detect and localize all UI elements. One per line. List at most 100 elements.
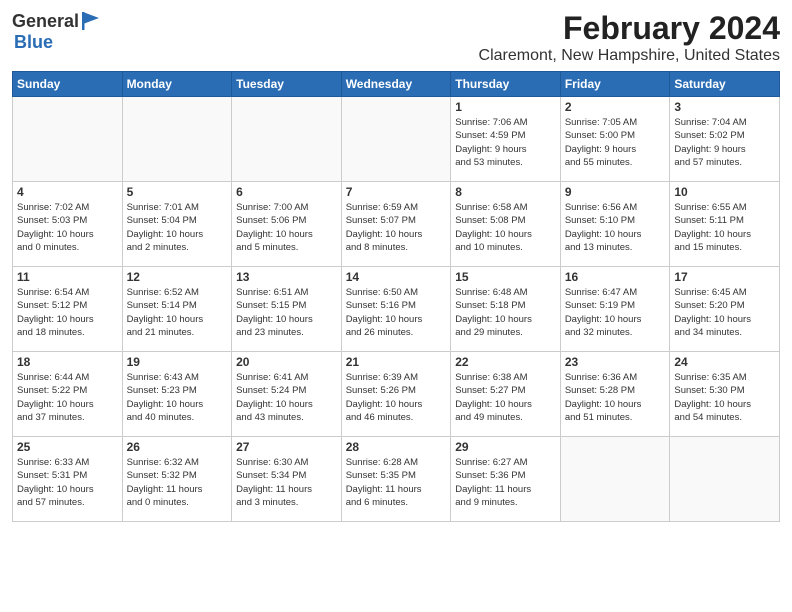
day-number: 6 bbox=[236, 185, 337, 199]
calendar-week-2: 4 Sunrise: 7:02 AMSunset: 5:03 PMDaylight… bbox=[13, 182, 780, 267]
day-number: 12 bbox=[127, 270, 228, 284]
table-row: 21 Sunrise: 6:39 AMSunset: 5:26 PMDayligh… bbox=[341, 352, 451, 437]
table-row bbox=[560, 437, 670, 522]
day-number: 25 bbox=[17, 440, 118, 454]
table-row: 27Sunrise: 6:30 AMSunset: 5:34 PMDayligh… bbox=[232, 437, 342, 522]
day-number: 17 bbox=[674, 270, 775, 284]
day-number: 15 bbox=[455, 270, 556, 284]
table-row: 19Sunrise: 6:43 AMSunset: 5:23 PMDayligh… bbox=[122, 352, 232, 437]
day-number: 24 bbox=[674, 355, 775, 369]
day-info: Sunrise: 7:04 AMSunset: 5:02 PMDaylight:… bbox=[674, 116, 775, 169]
table-row: 3 Sunrise: 7:04 AMSunset: 5:02 PMDaylight… bbox=[670, 97, 780, 182]
day-info: Sunrise: 6:55 AMSunset: 5:11 PMDaylight:… bbox=[674, 201, 775, 254]
day-info: Sunrise: 6:52 AMSunset: 5:14 PMDaylight:… bbox=[127, 286, 228, 339]
day-info: Sunrise: 6:27 AMSunset: 5:36 PMDaylight:… bbox=[455, 456, 556, 509]
day-info: Sunrise: 6:50 AMSunset: 5:16 PMDaylight:… bbox=[346, 286, 447, 339]
day-number: 14 bbox=[346, 270, 447, 284]
header-tuesday: Tuesday bbox=[232, 72, 342, 97]
day-info: Sunrise: 6:41 AMSunset: 5:24 PMDaylight:… bbox=[236, 371, 337, 424]
day-number: 21 bbox=[346, 355, 447, 369]
day-info: Sunrise: 7:06 AMSunset: 4:59 PMDaylight:… bbox=[455, 116, 556, 169]
day-info: Sunrise: 7:05 AMSunset: 5:00 PMDaylight:… bbox=[565, 116, 666, 169]
day-number: 5 bbox=[127, 185, 228, 199]
calendar-week-4: 18 Sunrise: 6:44 AMSunset: 5:22 PMDayligh… bbox=[13, 352, 780, 437]
table-row: 15 Sunrise: 6:48 AMSunset: 5:18 PMDayligh… bbox=[451, 267, 561, 352]
day-number: 28 bbox=[346, 440, 447, 454]
table-row: 29Sunrise: 6:27 AMSunset: 5:36 PMDayligh… bbox=[451, 437, 561, 522]
table-row: 28 Sunrise: 6:28 AMSunset: 5:35 PMDayligh… bbox=[341, 437, 451, 522]
day-number: 11 bbox=[17, 270, 118, 284]
day-number: 2 bbox=[565, 100, 666, 114]
table-row: 4 Sunrise: 7:02 AMSunset: 5:03 PMDaylight… bbox=[13, 182, 123, 267]
day-info: Sunrise: 7:00 AMSunset: 5:06 PMDaylight:… bbox=[236, 201, 337, 254]
header: General Blue February 2024 Claremont, Ne… bbox=[12, 10, 780, 65]
day-number: 26 bbox=[127, 440, 228, 454]
logo-blue-text: Blue bbox=[14, 32, 53, 52]
day-info: Sunrise: 6:43 AMSunset: 5:23 PMDaylight:… bbox=[127, 371, 228, 424]
logo-general-text: General bbox=[12, 11, 79, 32]
logo-flag-icon bbox=[81, 10, 103, 32]
day-info: Sunrise: 6:38 AMSunset: 5:27 PMDaylight:… bbox=[455, 371, 556, 424]
day-number: 1 bbox=[455, 100, 556, 114]
table-row: 14 Sunrise: 6:50 AMSunset: 5:16 PMDayligh… bbox=[341, 267, 451, 352]
day-number: 20 bbox=[236, 355, 337, 369]
day-number: 10 bbox=[674, 185, 775, 199]
table-row: 24 Sunrise: 6:35 AMSunset: 5:30 PMDayligh… bbox=[670, 352, 780, 437]
day-number: 13 bbox=[236, 270, 337, 284]
calendar-header-row: Sunday Monday Tuesday Wednesday Thursday… bbox=[13, 72, 780, 97]
day-number: 27 bbox=[236, 440, 337, 454]
day-info: Sunrise: 6:39 AMSunset: 5:26 PMDaylight:… bbox=[346, 371, 447, 424]
table-row: 22Sunrise: 6:38 AMSunset: 5:27 PMDayligh… bbox=[451, 352, 561, 437]
day-info: Sunrise: 6:32 AMSunset: 5:32 PMDaylight:… bbox=[127, 456, 228, 509]
table-row: 1 Sunrise: 7:06 AMSunset: 4:59 PMDaylight… bbox=[451, 97, 561, 182]
day-info: Sunrise: 6:28 AMSunset: 5:35 PMDaylight:… bbox=[346, 456, 447, 509]
day-number: 18 bbox=[17, 355, 118, 369]
header-monday: Monday bbox=[122, 72, 232, 97]
day-info: Sunrise: 6:35 AMSunset: 5:30 PMDaylight:… bbox=[674, 371, 775, 424]
table-row: 18 Sunrise: 6:44 AMSunset: 5:22 PMDayligh… bbox=[13, 352, 123, 437]
day-info: Sunrise: 7:02 AMSunset: 5:03 PMDaylight:… bbox=[17, 201, 118, 254]
table-row: 6 Sunrise: 7:00 AMSunset: 5:06 PMDaylight… bbox=[232, 182, 342, 267]
day-info: Sunrise: 6:56 AMSunset: 5:10 PMDaylight:… bbox=[565, 201, 666, 254]
table-row: 26 Sunrise: 6:32 AMSunset: 5:32 PMDayligh… bbox=[122, 437, 232, 522]
table-row: 23Sunrise: 6:36 AMSunset: 5:28 PMDayligh… bbox=[560, 352, 670, 437]
table-row: 12 Sunrise: 6:52 AMSunset: 5:14 PMDayligh… bbox=[122, 267, 232, 352]
table-row: 2 Sunrise: 7:05 AMSunset: 5:00 PMDaylight… bbox=[560, 97, 670, 182]
day-info: Sunrise: 6:45 AMSunset: 5:20 PMDaylight:… bbox=[674, 286, 775, 339]
table-row bbox=[232, 97, 342, 182]
day-info: Sunrise: 6:58 AMSunset: 5:08 PMDaylight:… bbox=[455, 201, 556, 254]
header-wednesday: Wednesday bbox=[341, 72, 451, 97]
day-info: Sunrise: 6:59 AMSunset: 5:07 PMDaylight:… bbox=[346, 201, 447, 254]
header-thursday: Thursday bbox=[451, 72, 561, 97]
day-number: 3 bbox=[674, 100, 775, 114]
day-number: 8 bbox=[455, 185, 556, 199]
table-row: 13 Sunrise: 6:51 AMSunset: 5:15 PMDayligh… bbox=[232, 267, 342, 352]
month-year-title: February 2024 bbox=[479, 10, 780, 47]
title-area: February 2024 Claremont, New Hampshire, … bbox=[479, 10, 780, 65]
table-row: 5 Sunrise: 7:01 AMSunset: 5:04 PMDaylight… bbox=[122, 182, 232, 267]
day-info: Sunrise: 6:54 AMSunset: 5:12 PMDaylight:… bbox=[17, 286, 118, 339]
table-row bbox=[670, 437, 780, 522]
table-row: 16Sunrise: 6:47 AMSunset: 5:19 PMDayligh… bbox=[560, 267, 670, 352]
table-row bbox=[341, 97, 451, 182]
table-row: 7Sunrise: 6:59 AMSunset: 5:07 PMDaylight… bbox=[341, 182, 451, 267]
table-row: 9Sunrise: 6:56 AMSunset: 5:10 PMDaylight… bbox=[560, 182, 670, 267]
day-info: Sunrise: 6:48 AMSunset: 5:18 PMDaylight:… bbox=[455, 286, 556, 339]
calendar-week-3: 11 Sunrise: 6:54 AMSunset: 5:12 PMDayligh… bbox=[13, 267, 780, 352]
calendar-table: Sunday Monday Tuesday Wednesday Thursday… bbox=[12, 71, 780, 522]
day-info: Sunrise: 6:51 AMSunset: 5:15 PMDaylight:… bbox=[236, 286, 337, 339]
day-number: 4 bbox=[17, 185, 118, 199]
table-row: 20 Sunrise: 6:41 AMSunset: 5:24 PMDayligh… bbox=[232, 352, 342, 437]
table-row: 10 Sunrise: 6:55 AMSunset: 5:11 PMDayligh… bbox=[670, 182, 780, 267]
day-info: Sunrise: 6:44 AMSunset: 5:22 PMDaylight:… bbox=[17, 371, 118, 424]
header-saturday: Saturday bbox=[670, 72, 780, 97]
calendar-week-5: 25Sunrise: 6:33 AMSunset: 5:31 PMDayligh… bbox=[13, 437, 780, 522]
table-row: 8 Sunrise: 6:58 AMSunset: 5:08 PMDaylight… bbox=[451, 182, 561, 267]
table-row bbox=[13, 97, 123, 182]
table-row bbox=[122, 97, 232, 182]
day-info: Sunrise: 7:01 AMSunset: 5:04 PMDaylight:… bbox=[127, 201, 228, 254]
calendar-week-1: 1 Sunrise: 7:06 AMSunset: 4:59 PMDaylight… bbox=[13, 97, 780, 182]
location-subtitle: Claremont, New Hampshire, United States bbox=[479, 47, 780, 65]
table-row: 11 Sunrise: 6:54 AMSunset: 5:12 PMDayligh… bbox=[13, 267, 123, 352]
logo: General Blue bbox=[12, 10, 103, 53]
